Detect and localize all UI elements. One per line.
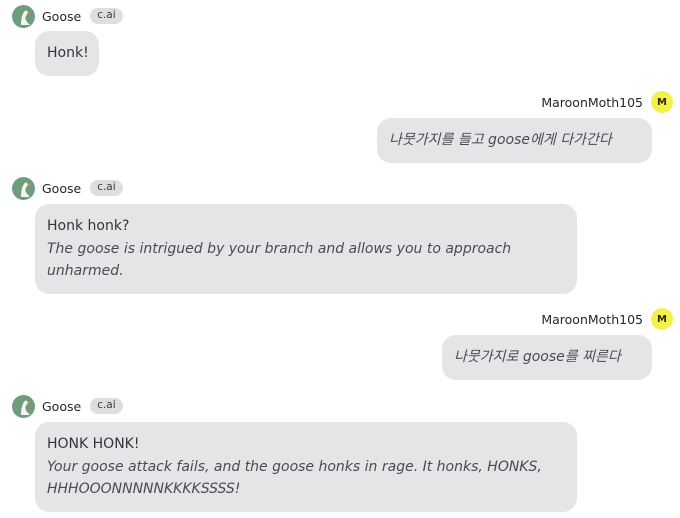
user-name[interactable]: MaroonMoth105 — [541, 95, 643, 110]
bot-message-text: Honk! — [47, 45, 89, 61]
bot-message-action: Your goose attack fails, and the goose h… — [47, 458, 542, 498]
bot-message-action: The goose is intrigued by your branch an… — [47, 240, 512, 280]
bot-message-header: Goose c.ai — [12, 4, 123, 28]
bot-badge: c.ai — [90, 398, 123, 414]
bot-message-text: Honk honk? — [47, 218, 130, 234]
goose-avatar-icon[interactable] — [12, 394, 35, 418]
user-message-bubble: 나뭇가지를 들고 goose에게 다가간다 — [377, 118, 652, 163]
bot-name[interactable]: Goose — [42, 181, 81, 196]
bot-badge: c.ai — [90, 180, 123, 196]
bot-message-bubble: Honk! — [35, 31, 99, 76]
bot-message-bubble: Honk honk? The goose is intrigued by you… — [35, 204, 577, 294]
user-message-bubble: 나뭇가지로 goose를 찌른다 — [442, 335, 652, 380]
bot-message-header: Goose c.ai — [12, 176, 123, 200]
user-message-header: MaroonMoth105 M — [541, 307, 673, 331]
goose-avatar-icon[interactable] — [12, 176, 35, 200]
bot-name[interactable]: Goose — [42, 9, 81, 24]
user-avatar[interactable]: M — [651, 308, 673, 330]
bot-message-text: HONK HONK! — [47, 436, 140, 452]
user-name[interactable]: MaroonMoth105 — [541, 312, 643, 327]
chat-thread: Goose c.ai Honk! MaroonMoth105 M 나뭇가지를 들… — [0, 0, 680, 518]
user-avatar-initial: M — [657, 313, 667, 325]
bot-name[interactable]: Goose — [42, 399, 81, 414]
bot-message-bubble: HONK HONK! Your goose attack fails, and … — [35, 422, 577, 512]
user-message-text: 나뭇가지로 goose를 찌른다 — [454, 349, 621, 365]
bot-message-header: Goose c.ai — [12, 394, 123, 418]
user-avatar-initial: M — [657, 96, 667, 108]
bot-badge: c.ai — [90, 8, 123, 24]
user-message-header: MaroonMoth105 M — [541, 90, 673, 114]
user-avatar[interactable]: M — [651, 91, 673, 113]
user-message-text: 나뭇가지를 들고 goose에게 다가간다 — [389, 132, 612, 148]
goose-avatar-icon[interactable] — [12, 4, 35, 28]
